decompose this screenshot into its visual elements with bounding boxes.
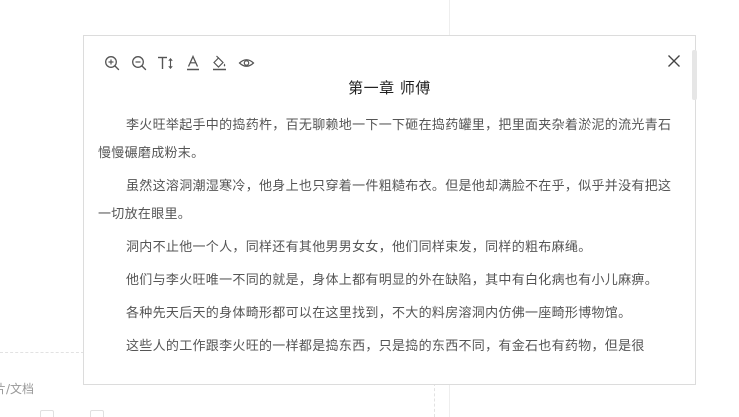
scrollbar-thumb[interactable] <box>692 50 697 100</box>
zoom-in-button[interactable] <box>102 54 121 72</box>
background-checkbox[interactable] <box>90 410 104 417</box>
chapter-title: 第一章 师傅 <box>348 79 431 97</box>
eye-care-button[interactable] <box>237 54 256 72</box>
background-side-label: 片/文档 <box>0 382 35 396</box>
paragraph: 李火旺举起手中的捣药杵，百无聊赖地一下一下砸在捣药罐里，把里面夹杂着淤泥的流光青… <box>98 118 672 161</box>
background-dashed-line <box>0 352 84 353</box>
reader-toolbar <box>102 54 256 72</box>
font-size-icon <box>157 56 173 70</box>
background-color-icon <box>213 55 226 71</box>
reader-dialog: 第一章 师傅 李火旺举起手中的捣药杵，百无聊赖地一下一下砸在捣药罐里，把里面夹杂… <box>83 35 696 385</box>
paragraph: 这些人的工作跟李火旺的一样都是捣东西，只是捣的东西不同，有金石也有药物，但是很 <box>126 339 645 354</box>
paragraph: 他们与李火旺唯一不同的就是，身体上都有明显的外在缺陷，其中有白化病也有小儿麻痹。 <box>126 273 659 288</box>
paragraph: 各种先天后天的身体畸形都可以在这里找到，不大的料房溶洞内仿佛一座畸形博物馆。 <box>126 306 632 321</box>
background-color-button[interactable] <box>210 54 229 72</box>
zoom-in-icon <box>104 56 119 71</box>
font-size-button[interactable] <box>156 54 175 72</box>
close-button[interactable] <box>665 52 683 70</box>
close-icon <box>668 55 680 67</box>
font-color-button[interactable] <box>183 54 202 72</box>
chapter-content: 李火旺举起手中的捣药杵，百无聊赖地一下一下砸在捣药罐里，把里面夹杂着淤泥的流光青… <box>98 112 678 366</box>
zoom-out-icon <box>131 56 146 71</box>
paragraph: 虽然这溶洞潮湿寒冷，他身上也只穿着一件粗糙布衣。但是他却满脸不在乎，似乎并没有把… <box>98 179 672 222</box>
eye-icon <box>238 59 255 67</box>
font-color-icon <box>186 55 199 71</box>
background-checkbox[interactable] <box>40 410 54 417</box>
zoom-out-button[interactable] <box>129 54 148 72</box>
paragraph: 洞内不止他一个人，同样还有其他男男女女，他们同样束发，同样的粗布麻绳。 <box>126 240 592 255</box>
screen: 片/文档 第一章 师傅 李火旺举起手中的捣药杵，百无聊赖地一下一下砸在捣药罐里，… <box>0 0 739 417</box>
